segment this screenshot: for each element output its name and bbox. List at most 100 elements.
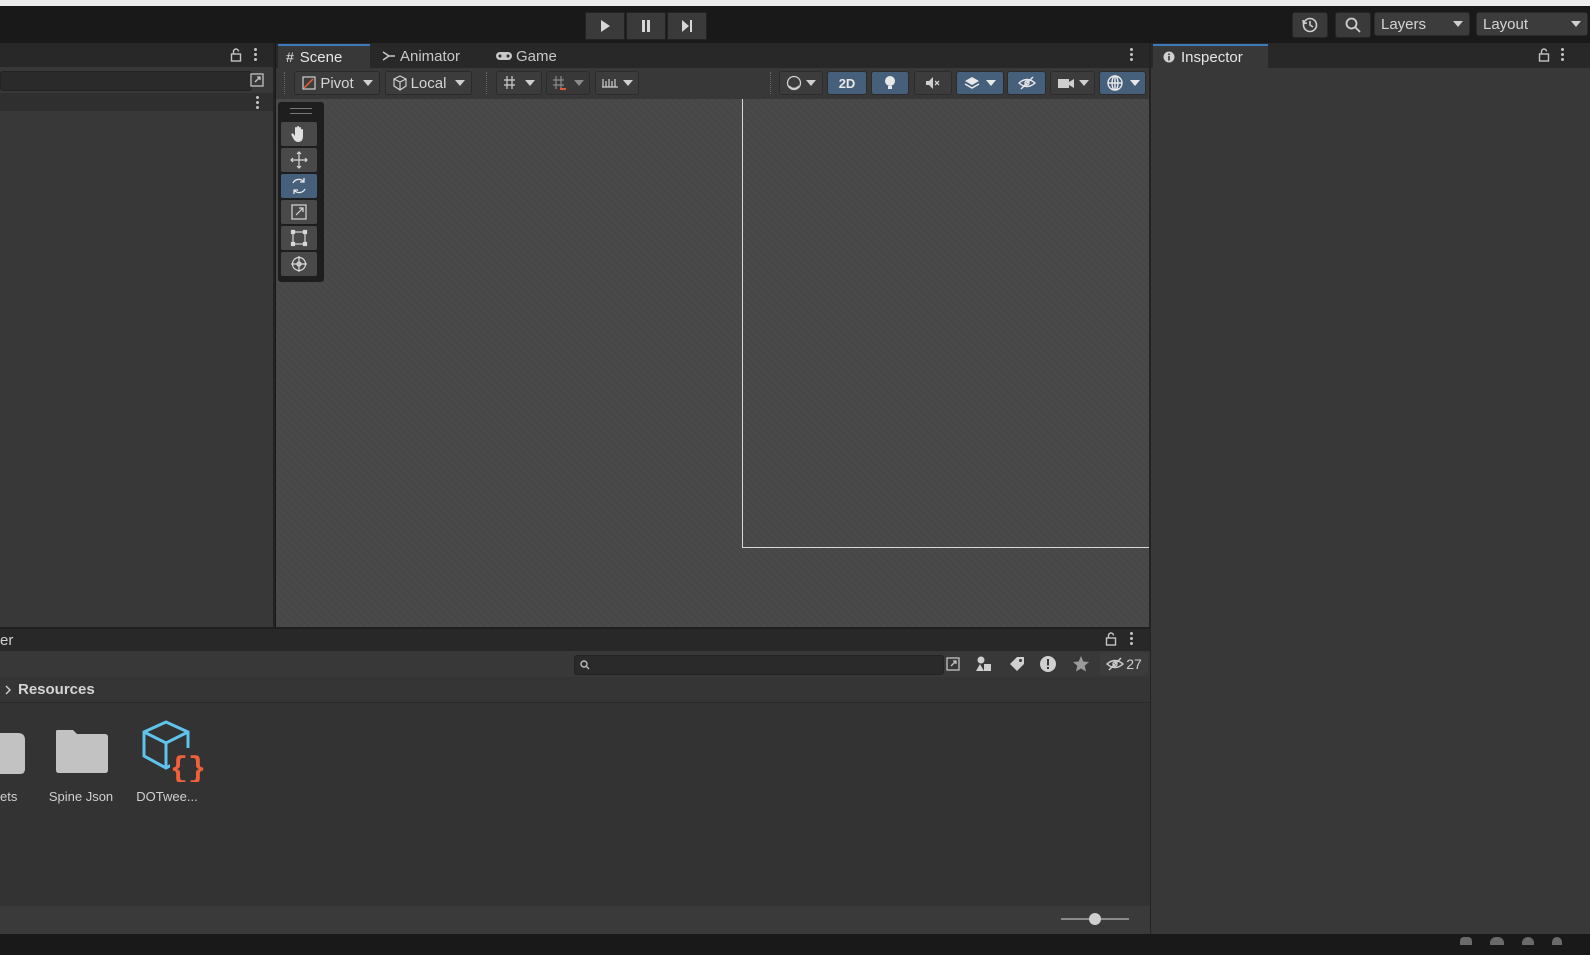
play-button[interactable] <box>585 12 625 40</box>
tab-game[interactable]: Game <box>495 44 557 68</box>
rect-transform-icon <box>290 229 308 247</box>
grid-snap-toggle[interactable] <box>496 71 542 95</box>
layers-dropdown[interactable]: Layers <box>1374 12 1470 36</box>
breadcrumb-bar <box>0 677 1150 703</box>
chevron-down-icon <box>1129 80 1140 86</box>
svg-text:{}: {} <box>170 753 204 782</box>
local-label: Local <box>410 74 447 92</box>
status-icons <box>1460 937 1580 947</box>
move-tool[interactable] <box>281 148 317 172</box>
scene-visibility-toggle[interactable] <box>1007 71 1046 95</box>
draw-mode-dropdown[interactable] <box>779 71 823 95</box>
asset-dotween[interactable]: {} <box>140 720 206 787</box>
log-types-icon[interactable] <box>1039 655 1057 678</box>
filter-by-type-icon[interactable] <box>975 655 993 678</box>
filter-by-label-icon[interactable] <box>1008 655 1026 678</box>
open-search-window-icon[interactable] <box>945 656 961 677</box>
pivot-dropdown[interactable]: Pivot <box>294 71 380 95</box>
scale-tool[interactable] <box>281 200 317 224</box>
project-footer <box>0 906 1150 934</box>
settings-icon[interactable] <box>1552 937 1562 945</box>
hierarchy-panel <box>0 67 275 628</box>
gizmos-dropdown[interactable] <box>1099 71 1146 95</box>
search-icon <box>580 660 590 670</box>
tab-game-label: Game <box>516 47 557 65</box>
tab-inspector[interactable]: Inspector <box>1153 44 1268 68</box>
tab-project-label[interactable]: er <box>0 632 13 649</box>
tools-overlay <box>278 102 324 282</box>
asset-folder-spine-json[interactable] <box>55 728 109 779</box>
asset-label: ets <box>0 789 18 804</box>
audio-toggle[interactable] <box>914 71 952 95</box>
hand-tool[interactable] <box>281 122 317 146</box>
inspector-lock-icon[interactable] <box>1538 48 1550 67</box>
hidden-packages-toggle[interactable]: 27 <box>1100 653 1148 675</box>
camera-icon <box>1057 79 1074 88</box>
hierarchy-search-input[interactable] <box>0 71 252 91</box>
pivot-icon <box>302 76 316 90</box>
lighting-toggle[interactable] <box>871 71 909 95</box>
scene-header-kebab-icon[interactable] <box>256 96 259 109</box>
toolbar-grip <box>770 72 773 94</box>
effects-layers-icon <box>964 77 980 89</box>
pause-button[interactable] <box>626 12 666 40</box>
open-search-window-icon[interactable] <box>249 72 265 93</box>
chevron-down-icon <box>362 80 373 86</box>
chevron-down-icon <box>986 80 996 86</box>
tab-inspector-label: Inspector <box>1181 48 1243 66</box>
2d-mode-toggle[interactable]: 2D <box>827 71 867 95</box>
tab-scene[interactable]: # Scene <box>278 44 370 68</box>
hand-icon <box>291 126 303 142</box>
rotate-tool[interactable] <box>281 174 317 198</box>
hierarchy-scene-header <box>0 93 273 111</box>
inspector-panel <box>1151 68 1590 934</box>
history-button[interactable] <box>1292 12 1328 38</box>
local-dropdown[interactable]: Local <box>385 71 472 95</box>
layout-label: Layout <box>1483 15 1529 33</box>
inspector-kebab-icon[interactable] <box>1561 48 1564 61</box>
breadcrumb-resources[interactable]: Resources <box>18 681 95 698</box>
tools-overlay-grip[interactable] <box>278 102 324 120</box>
asset-label: DOTwee... <box>136 789 198 804</box>
step-button[interactable] <box>667 12 707 40</box>
lock-icon[interactable] <box>230 48 242 67</box>
audio-mute-icon <box>926 77 940 89</box>
rotate-icon <box>292 178 306 194</box>
pause-icon <box>642 20 650 32</box>
ruler-toggle[interactable] <box>595 71 639 95</box>
transform-tool[interactable] <box>281 252 317 276</box>
kebab-menu-icon[interactable] <box>254 48 257 61</box>
play-controls <box>585 12 708 40</box>
2d-mode-label: 2D <box>838 75 856 91</box>
eye-hidden-icon <box>1017 76 1036 90</box>
favorites-star-icon[interactable] <box>1072 655 1090 678</box>
camera-dropdown[interactable] <box>1050 71 1095 95</box>
grid-snap-icon <box>504 76 515 89</box>
asset-folder-partial[interactable] <box>0 729 26 780</box>
cloud-icon[interactable] <box>1490 937 1504 945</box>
project-search-input[interactable] <box>574 655 944 675</box>
scene-kebab-icon[interactable] <box>1130 48 1133 61</box>
search-button[interactable] <box>1335 12 1371 38</box>
layout-dropdown[interactable]: Layout <box>1476 12 1588 36</box>
chevron-down-icon <box>1453 21 1463 27</box>
breadcrumb: Resources <box>4 681 95 698</box>
icon-size-slider-handle[interactable] <box>1089 913 1101 925</box>
project-lock-icon[interactable] <box>1105 632 1117 651</box>
chevron-down-icon <box>623 80 633 86</box>
grid-hash-icon: # <box>286 49 294 65</box>
bug-icon[interactable] <box>1460 937 1472 945</box>
sync-icon[interactable] <box>1522 937 1534 945</box>
move-arrows-icon <box>290 151 308 169</box>
tab-animator-label: Animator <box>400 47 461 65</box>
effects-dropdown[interactable] <box>956 71 1004 95</box>
project-kebab-icon[interactable] <box>1130 632 1133 645</box>
increment-snap-toggle[interactable] <box>546 71 590 95</box>
shading-sphere-icon <box>786 75 802 91</box>
search-icon <box>1345 17 1361 33</box>
rect-tool[interactable] <box>281 226 317 250</box>
tab-animator[interactable]: Animator <box>382 44 460 68</box>
local-cube-icon <box>393 75 407 91</box>
gamepad-icon <box>496 52 512 60</box>
increment-snap-icon <box>553 76 566 90</box>
